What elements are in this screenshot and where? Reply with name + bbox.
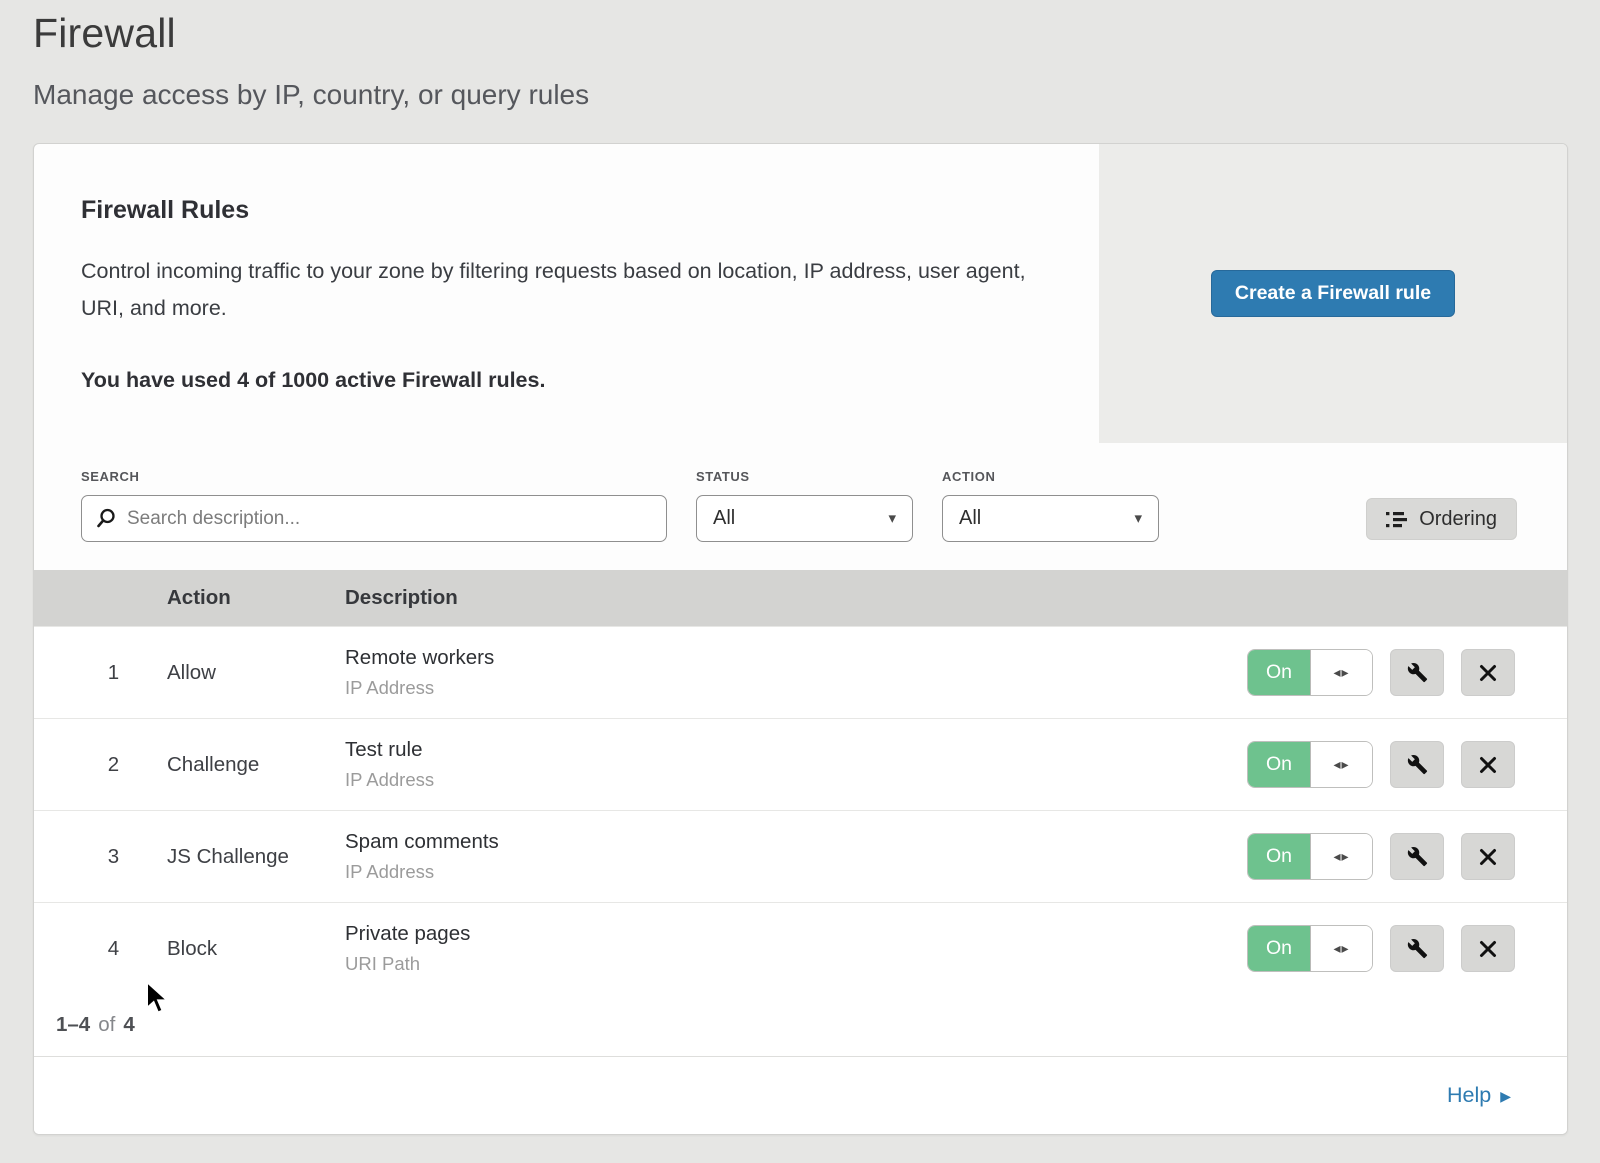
rule-field: IP Address xyxy=(345,677,1237,699)
ordered-list-icon xyxy=(1386,511,1407,528)
ordering-button[interactable]: Ordering xyxy=(1366,498,1517,540)
column-header-action: Action xyxy=(167,586,345,610)
toggle-on-label: On xyxy=(1248,926,1311,971)
toggle-on-label: On xyxy=(1248,742,1311,787)
status-label: STATUS xyxy=(696,469,913,484)
wrench-icon xyxy=(1407,938,1428,959)
rule-priority: 2 xyxy=(34,753,167,777)
intro-section: Firewall Rules Control incoming traffic … xyxy=(34,144,1567,443)
rule-field: URI Path xyxy=(345,953,1237,975)
drag-horizontal-icon: ◂▸ xyxy=(1311,834,1372,879)
create-rule-panel: Create a Firewall rule xyxy=(1099,144,1567,443)
status-selected-value: All xyxy=(713,507,735,530)
drag-horizontal-icon: ◂▸ xyxy=(1311,650,1372,695)
action-filter-group: ACTION All ▾ xyxy=(942,469,1159,542)
search-filter-group: SEARCH xyxy=(81,469,667,542)
intro-text-block: Firewall Rules Control incoming traffic … xyxy=(34,144,1099,443)
drag-horizontal-icon: ◂▸ xyxy=(1311,926,1372,971)
rule-description: Private pages xyxy=(345,922,1237,946)
action-label: ACTION xyxy=(942,469,1159,484)
section-title: Firewall Rules xyxy=(81,196,1039,225)
close-icon xyxy=(1479,756,1497,774)
delete-rule-button[interactable] xyxy=(1461,741,1515,788)
table-row: 2 Challenge Test rule IP Address On ◂▸ xyxy=(34,718,1567,810)
rule-priority: 1 xyxy=(34,661,167,685)
help-link-label: Help xyxy=(1447,1083,1491,1108)
delete-rule-button[interactable] xyxy=(1461,925,1515,972)
drag-horizontal-icon: ◂▸ xyxy=(1311,742,1372,787)
wrench-icon xyxy=(1407,662,1428,683)
pagination: 1–4 of 4 xyxy=(34,994,1567,1056)
table-row: 4 Block Private pages URI Path On ◂▸ xyxy=(34,902,1567,994)
ordering-button-label: Ordering xyxy=(1419,508,1497,531)
section-description: Control incoming traffic to your zone by… xyxy=(81,253,1031,326)
filters-bar: SEARCH STATUS All ▾ ACTION All ▾ xyxy=(34,443,1567,570)
page-subtitle: Manage access by IP, country, or query r… xyxy=(33,79,1567,111)
status-select[interactable]: All ▾ xyxy=(696,495,913,542)
rule-enabled-toggle[interactable]: On ◂▸ xyxy=(1247,925,1373,972)
rule-field: IP Address xyxy=(345,769,1237,791)
rule-field: IP Address xyxy=(345,861,1237,883)
page-title: Firewall xyxy=(33,10,1567,57)
table-row: 3 JS Challenge Spam comments IP Address … xyxy=(34,810,1567,902)
close-icon xyxy=(1479,664,1497,682)
pagination-total: 4 xyxy=(123,1013,134,1037)
edit-rule-button[interactable] xyxy=(1390,649,1444,696)
edit-rule-button[interactable] xyxy=(1390,833,1444,880)
chevron-down-icon: ▾ xyxy=(1134,511,1142,526)
rule-enabled-toggle[interactable]: On ◂▸ xyxy=(1247,741,1373,788)
close-icon xyxy=(1479,848,1497,866)
rule-description: Spam comments xyxy=(345,830,1237,854)
toggle-on-label: On xyxy=(1248,834,1311,879)
search-input[interactable] xyxy=(81,495,667,542)
wrench-icon xyxy=(1407,754,1428,775)
delete-rule-button[interactable] xyxy=(1461,649,1515,696)
help-link[interactable]: Help ▶ xyxy=(1447,1083,1511,1108)
card-footer: Help ▶ xyxy=(34,1056,1567,1134)
rule-priority: 4 xyxy=(34,937,167,961)
help-arrow-icon: ▶ xyxy=(1500,1086,1511,1105)
rule-action: Block xyxy=(167,937,345,961)
mouse-cursor xyxy=(144,981,174,1015)
toggle-on-label: On xyxy=(1248,650,1311,695)
usage-summary: You have used 4 of 1000 active Firewall … xyxy=(81,368,1039,393)
search-label: SEARCH xyxy=(81,469,667,484)
rule-enabled-toggle[interactable]: On ◂▸ xyxy=(1247,649,1373,696)
table-header: Action Description xyxy=(34,570,1567,626)
rule-description: Remote workers xyxy=(345,646,1237,670)
edit-rule-button[interactable] xyxy=(1390,741,1444,788)
status-filter-group: STATUS All ▾ xyxy=(696,469,913,542)
create-firewall-rule-button[interactable]: Create a Firewall rule xyxy=(1211,270,1455,317)
rule-action: JS Challenge xyxy=(167,845,345,869)
chevron-down-icon: ▾ xyxy=(888,511,896,526)
column-header-description: Description xyxy=(345,586,1237,610)
close-icon xyxy=(1479,940,1497,958)
action-select[interactable]: All ▾ xyxy=(942,495,1159,542)
action-selected-value: All xyxy=(959,507,981,530)
edit-rule-button[interactable] xyxy=(1390,925,1444,972)
rule-enabled-toggle[interactable]: On ◂▸ xyxy=(1247,833,1373,880)
rule-action: Challenge xyxy=(167,753,345,777)
rule-description: Test rule xyxy=(345,738,1237,762)
rule-action: Allow xyxy=(167,661,345,685)
page-header: Firewall Manage access by IP, country, o… xyxy=(0,0,1600,111)
pagination-range: 1–4 xyxy=(56,1013,90,1037)
pagination-of: of xyxy=(98,1013,115,1037)
search-icon xyxy=(95,507,117,529)
delete-rule-button[interactable] xyxy=(1461,833,1515,880)
firewall-rules-card: Firewall Rules Control incoming traffic … xyxy=(33,143,1568,1135)
table-row: 1 Allow Remote workers IP Address On ◂▸ xyxy=(34,626,1567,718)
rule-priority: 3 xyxy=(34,845,167,869)
wrench-icon xyxy=(1407,846,1428,867)
